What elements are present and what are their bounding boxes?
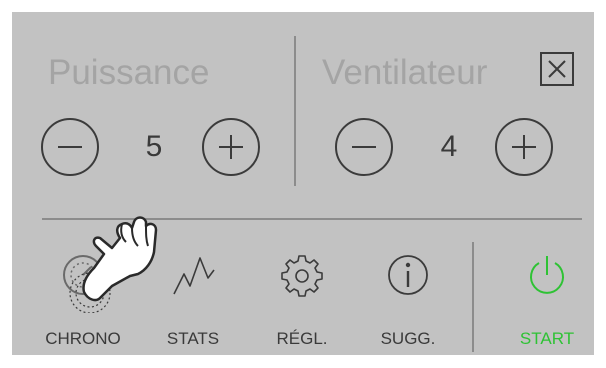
power-value: 5	[145, 130, 163, 163]
nav-suggestions[interactable]: SUGG.	[363, 240, 453, 350]
gear-icon	[281, 255, 323, 297]
fan-decrease-button[interactable]	[335, 118, 393, 176]
nav-stats-label: STATS	[166, 329, 220, 348]
start-label: START	[519, 329, 575, 348]
section-divider	[294, 36, 296, 186]
power-increase-button[interactable]	[202, 118, 260, 176]
plus-icon	[219, 135, 243, 159]
minus-icon	[58, 146, 82, 148]
fan-increase-button[interactable]	[495, 118, 553, 176]
nav-suggestions-label: SUGG.	[380, 329, 436, 348]
stats-icon	[173, 257, 215, 295]
fan-label: Ventilateur	[322, 53, 488, 92]
start-button[interactable]: START	[502, 240, 592, 350]
plus-icon	[512, 135, 536, 159]
nav-chrono-label: CHRONO	[45, 329, 121, 348]
close-button[interactable]	[540, 52, 574, 86]
close-icon	[548, 60, 566, 78]
info-icon	[388, 255, 428, 295]
nav-settings-label: RÉGL.	[276, 329, 328, 348]
minus-icon	[352, 146, 376, 148]
start-divider	[472, 242, 474, 352]
power-icon	[530, 256, 564, 294]
nav-settings[interactable]: RÉGL.	[257, 240, 347, 350]
tap-hand-icon	[69, 216, 158, 313]
power-decrease-button[interactable]	[41, 118, 99, 176]
fan-value: 4	[440, 130, 458, 163]
power-label: Puissance	[48, 53, 210, 92]
